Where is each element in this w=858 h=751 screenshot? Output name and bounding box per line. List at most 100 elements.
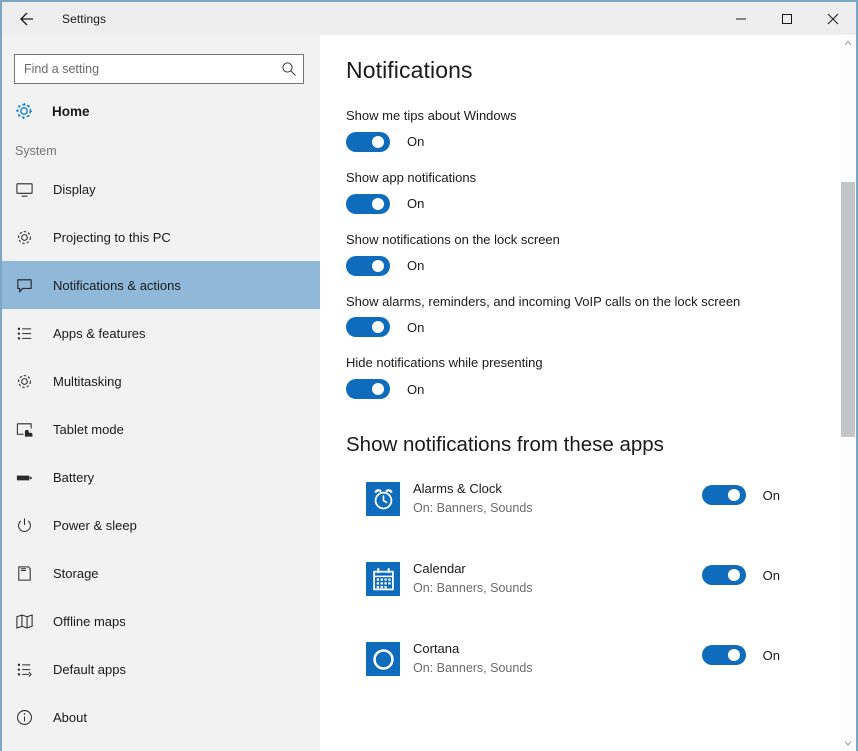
sidebar-item-about[interactable]: About	[2, 693, 320, 741]
scroll-up-button[interactable]	[840, 35, 856, 51]
toggle-switch[interactable]	[346, 194, 390, 214]
toggle-line: On	[346, 379, 840, 399]
map-icon	[15, 612, 39, 631]
window-title: Settings	[62, 12, 106, 26]
toggle-state-label: On	[407, 134, 424, 149]
sidebar-item-multitasking[interactable]: Multitasking	[2, 357, 320, 405]
app-toggle-line: On	[702, 565, 780, 585]
sidebar-item-label: Storage	[53, 566, 99, 581]
minimize-icon	[735, 13, 747, 25]
app-name: Cortana	[413, 639, 702, 659]
sidebar-item-battery[interactable]: Battery	[2, 453, 320, 501]
sidebar-item-label: Offline maps	[53, 614, 126, 629]
maximize-button[interactable]	[764, 2, 810, 35]
app-row[interactable]: Cortana On: Banners, Sounds On	[346, 639, 840, 699]
toggle-knob	[728, 569, 740, 581]
app-meta: Alarms & Clock On: Banners, Sounds	[413, 479, 702, 518]
sidebar-item-label: Default apps	[53, 662, 126, 677]
toggle-knob	[372, 198, 384, 210]
window-controls	[718, 2, 856, 35]
power-icon	[15, 516, 39, 535]
toggle-knob	[728, 489, 740, 501]
setting-lock-screen-notifications: Show notifications on the lock screen On	[346, 231, 840, 276]
toggle-line: On	[346, 317, 840, 337]
scrollbar-thumb[interactable]	[841, 182, 855, 437]
main-content: Notifications Show me tips about Windows…	[320, 35, 856, 751]
monitor-icon	[15, 180, 39, 199]
search-icon[interactable]	[281, 61, 297, 77]
sidebar: Home System Display Projecting to this P…	[2, 35, 320, 751]
toggle-state-label: On	[407, 196, 424, 211]
sidebar-item-label: Display	[53, 182, 96, 197]
sidebar-item-display[interactable]: Display	[2, 165, 320, 213]
toggle-knob	[372, 260, 384, 272]
sidebar-item-tablet-mode[interactable]: Tablet mode	[2, 405, 320, 453]
app-row[interactable]: Calendar On: Banners, Sounds On	[346, 559, 840, 619]
sidebar-group-title: System	[2, 144, 320, 158]
sidebar-item-label: Battery	[53, 470, 94, 485]
settings-window: Settings	[0, 0, 858, 751]
vertical-scrollbar[interactable]	[840, 35, 856, 751]
sidebar-item-home[interactable]: Home	[2, 92, 320, 130]
gear-icon	[15, 228, 39, 247]
toggle-switch[interactable]	[346, 317, 390, 337]
sidebar-item-apps-and-features[interactable]: Apps & features	[2, 309, 320, 357]
setting-label: Show app notifications	[346, 169, 766, 188]
tablet-touch-icon	[15, 420, 39, 439]
toggle-state-label: On	[407, 258, 424, 273]
setting-label: Show me tips about Windows	[346, 107, 766, 126]
sidebar-item-notifications-and-actions[interactable]: Notifications & actions	[2, 261, 320, 309]
alarm-clock-icon	[366, 482, 400, 516]
toggle-switch[interactable]	[346, 379, 390, 399]
toggle-state-label: On	[407, 320, 424, 335]
sidebar-item-label: Tablet mode	[53, 422, 124, 437]
sidebar-item-offline-maps[interactable]: Offline maps	[2, 597, 320, 645]
close-button[interactable]	[810, 2, 856, 35]
scroll-down-button[interactable]	[840, 735, 856, 751]
setting-label: Show notifications on the lock screen	[346, 231, 766, 250]
sidebar-item-power-and-sleep[interactable]: Power & sleep	[2, 501, 320, 549]
toggle-line: On	[346, 194, 840, 214]
toggle-line: On	[346, 132, 840, 152]
toggle-line: On	[346, 256, 840, 276]
sidebar-item-label: Power & sleep	[53, 518, 137, 533]
sidebar-item-storage[interactable]: Storage	[2, 549, 320, 597]
sidebar-item-default-apps[interactable]: Default apps	[2, 645, 320, 693]
app-status: On: Banners, Sounds	[413, 659, 702, 678]
apps-section-heading: Show notifications from these apps	[346, 433, 840, 457]
app-status: On: Banners, Sounds	[413, 579, 702, 598]
toggle-state-label: On	[763, 568, 780, 583]
gear-icon	[15, 372, 39, 391]
app-toggle-line: On	[702, 645, 780, 665]
search-box[interactable]	[14, 54, 304, 84]
page-title: Notifications	[346, 57, 840, 84]
setting-label: Show alarms, reminders, and incoming VoI…	[346, 293, 766, 312]
default-apps-icon	[15, 660, 39, 679]
battery-icon	[15, 468, 39, 487]
scrollbar-track[interactable]	[840, 51, 856, 735]
back-button[interactable]	[2, 2, 50, 35]
toggle-state-label: On	[763, 488, 780, 503]
calendar-icon	[366, 562, 400, 596]
toggle-knob	[372, 321, 384, 333]
search-input[interactable]	[24, 62, 281, 76]
toggle-switch[interactable]	[702, 485, 746, 505]
toggle-switch[interactable]	[702, 565, 746, 585]
setting-show-app-notifications: Show app notifications On	[346, 169, 840, 214]
toggle-switch[interactable]	[346, 256, 390, 276]
sidebar-item-projecting-to-this-pc[interactable]: Projecting to this PC	[2, 213, 320, 261]
maximize-icon	[781, 13, 793, 25]
minimize-button[interactable]	[718, 2, 764, 35]
toggle-switch[interactable]	[702, 645, 746, 665]
app-row[interactable]: Alarms & Clock On: Banners, Sounds On	[346, 479, 840, 539]
sidebar-item-label: Apps & features	[53, 326, 146, 341]
toggle-switch[interactable]	[346, 132, 390, 152]
chevron-up-icon	[844, 40, 852, 46]
cortana-ring-icon	[366, 642, 400, 676]
close-icon	[827, 13, 839, 25]
gear-icon	[14, 101, 40, 121]
setting-alarms-reminders-voip: Show alarms, reminders, and incoming VoI…	[346, 293, 840, 338]
app-meta: Cortana On: Banners, Sounds	[413, 639, 702, 678]
sidebar-item-label: Multitasking	[53, 374, 122, 389]
list-icon	[15, 324, 39, 343]
